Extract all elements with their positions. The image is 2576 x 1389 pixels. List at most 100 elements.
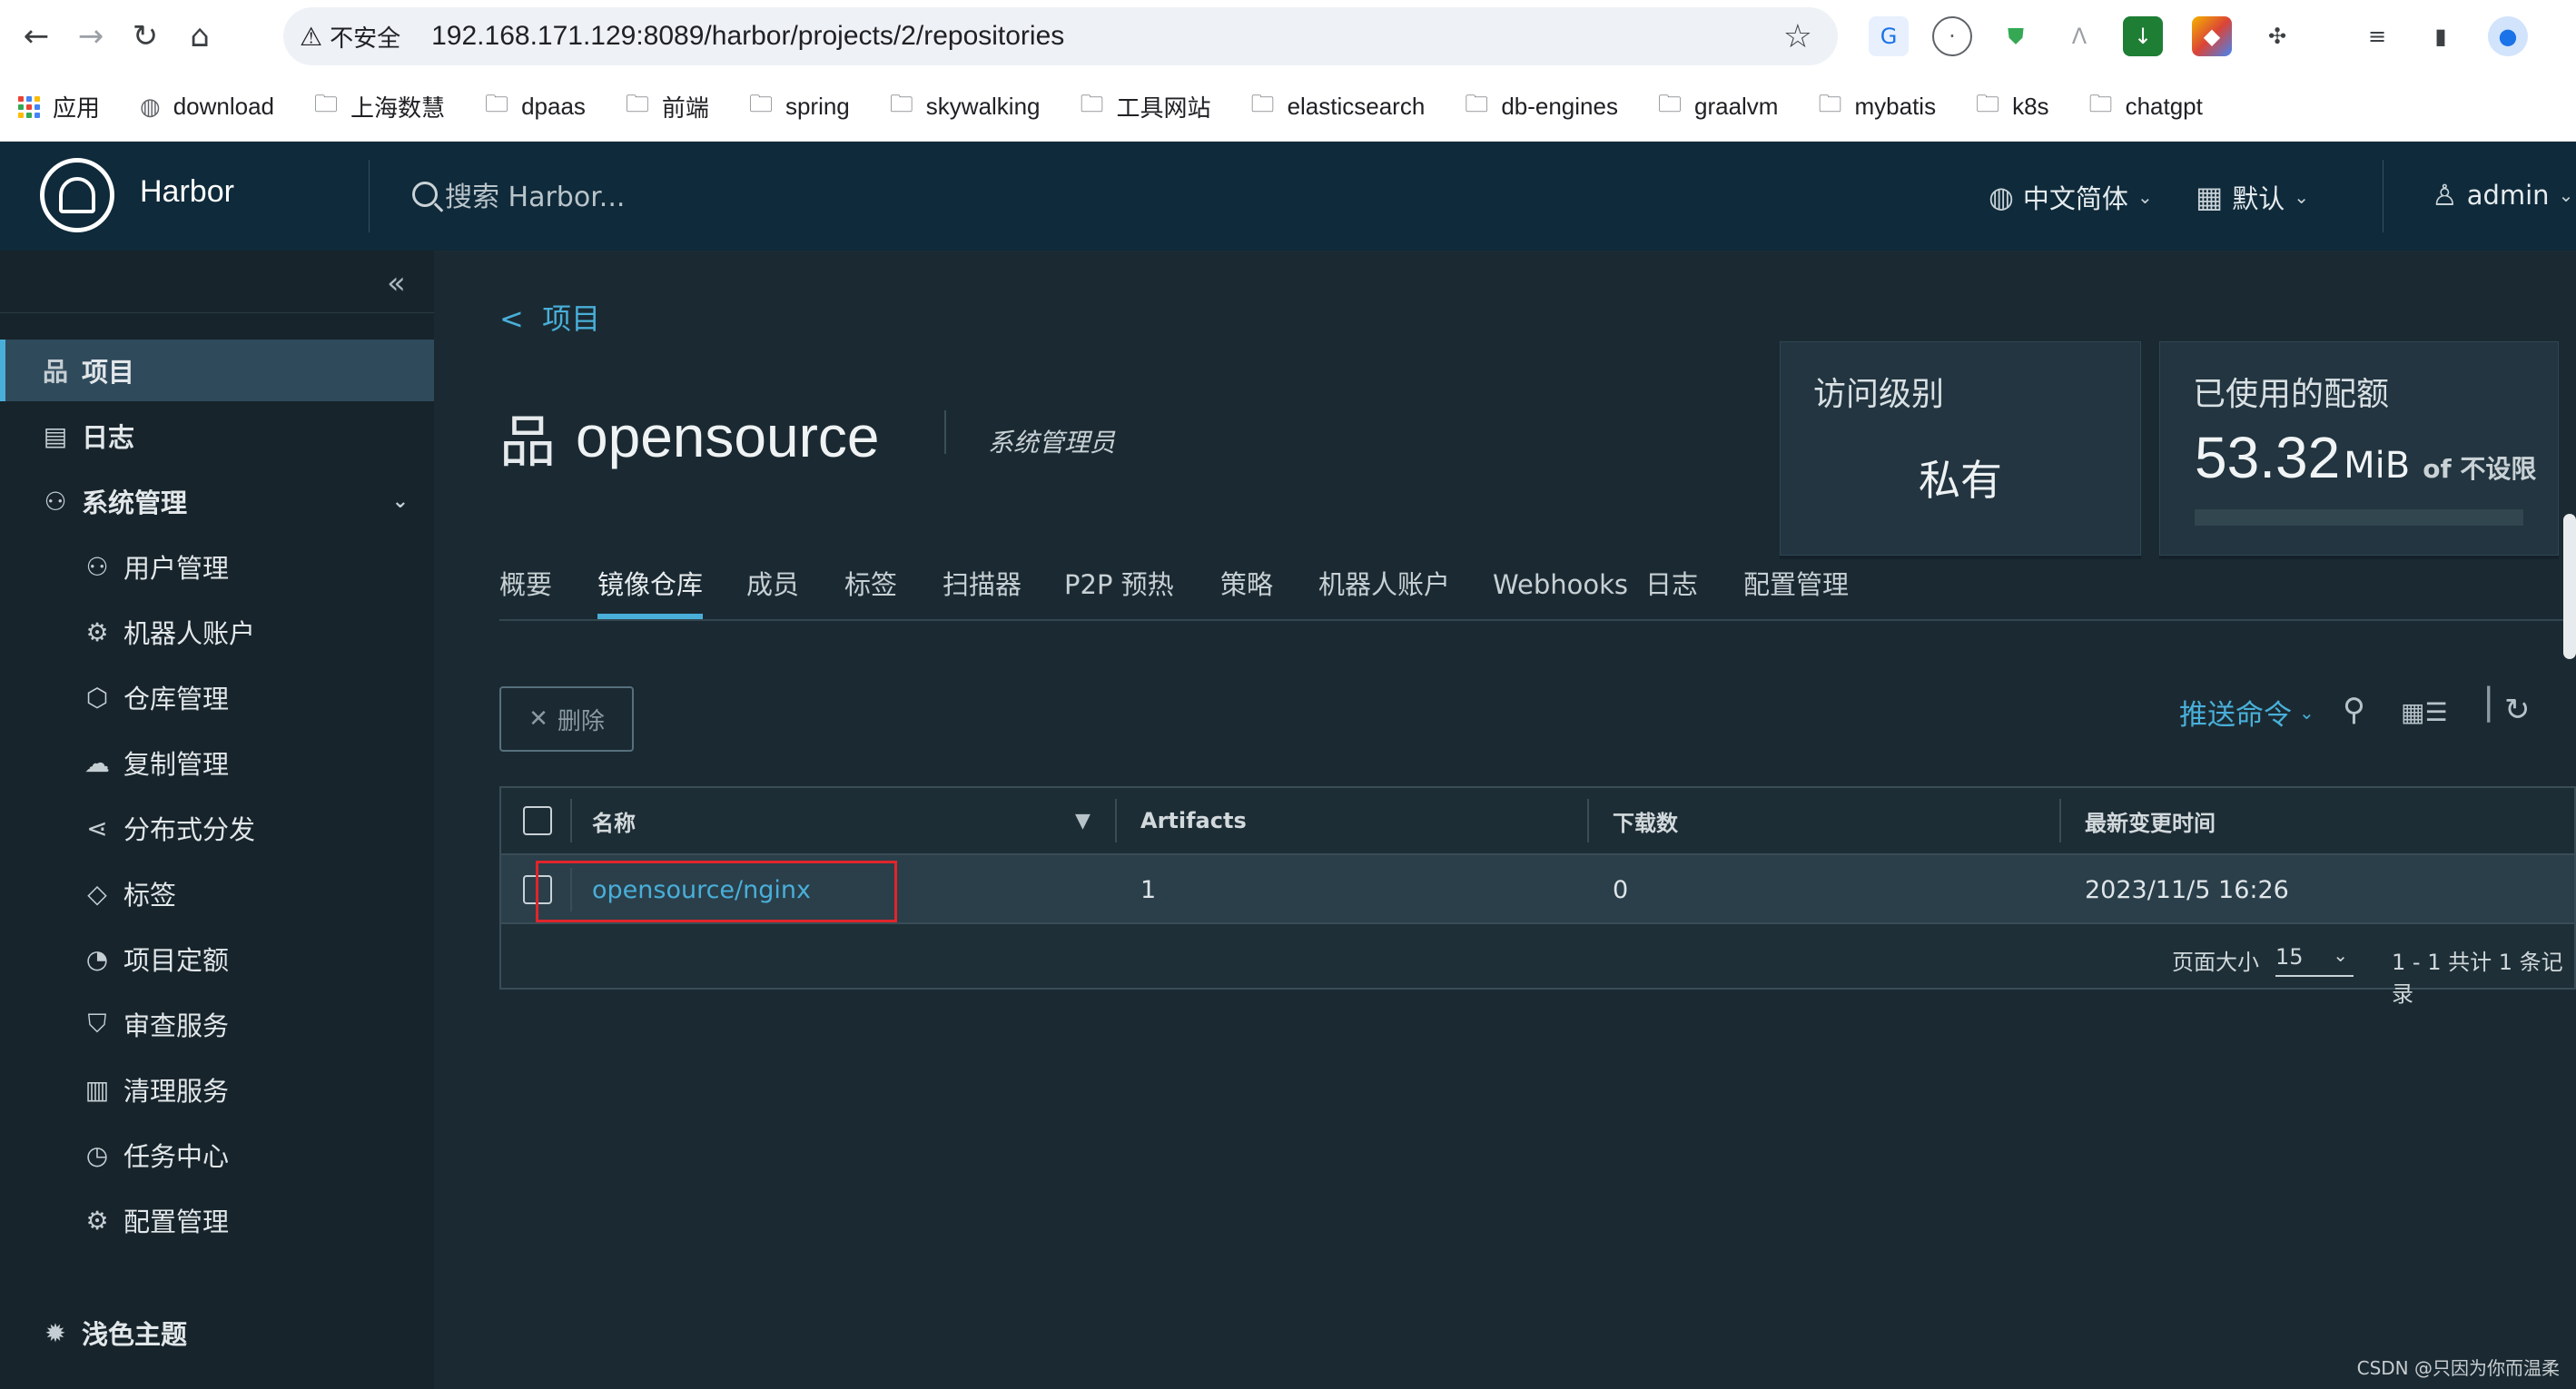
- harbor-logo[interactable]: [40, 158, 114, 232]
- bookmark-folder[interactable]: 🗀 skywalking: [890, 87, 1041, 127]
- sidebar-item-job-service[interactable]: ◷ 任务中心: [0, 1124, 434, 1186]
- bookmark-folder[interactable]: 🗀 k8s: [1976, 87, 2048, 127]
- sidebar-item-labels[interactable]: ◇ 标签: [0, 862, 434, 924]
- security-indicator[interactable]: ⚠ 不安全: [300, 20, 400, 54]
- sidebar-item-interrogation-services[interactable]: ⛉ 审查服务: [0, 993, 434, 1055]
- table-row[interactable]: opensource/nginx 1 0 2023/11/5 16:26: [501, 855, 2574, 924]
- puzzle-extensions-icon[interactable]: ✣: [2257, 16, 2297, 56]
- tab-repositories[interactable]: 镜像仓库: [597, 565, 704, 619]
- filter-icon[interactable]: ▼: [1075, 810, 1091, 832]
- push-command-dropdown[interactable]: 推送命令 ⌄: [2179, 692, 2314, 733]
- sidebar-item-project-quotas[interactable]: ◔ 项目定额: [0, 928, 434, 990]
- forward-icon[interactable]: →: [64, 9, 118, 64]
- sidebar-item-projects[interactable]: 品 项目: [0, 340, 434, 401]
- bookmark-download[interactable]: ◍ download: [140, 93, 274, 121]
- search-icon[interactable]: ⚲: [2343, 692, 2365, 728]
- bookmarks-bar: 应用 ◍ download 🗀 上海数慧 🗀 dpaas 🗀 前端 🗀 spring 🗀 s…: [0, 73, 2576, 142]
- sidebar-item-distributions[interactable]: ⋖ 分布式分发: [0, 797, 434, 859]
- sun-icon: ✹: [44, 1317, 66, 1348]
- bookmark-folder[interactable]: 🗀 elasticsearch: [1251, 87, 1426, 127]
- tab-policy[interactable]: 策略: [1220, 565, 1273, 619]
- sidebar-item-configuration[interactable]: ⚙ 配置管理: [0, 1189, 434, 1251]
- title-divider: [944, 410, 946, 454]
- card-list-view-icon[interactable]: ▦☰: [2401, 697, 2448, 727]
- sidebar-item-clean-up[interactable]: ▥ 清理服务: [0, 1059, 434, 1120]
- theme-toggle[interactable]: ✹ 浅色主题: [0, 1302, 434, 1364]
- bookmark-folder[interactable]: 🗀 前端: [626, 87, 709, 127]
- sidebar-item-administration[interactable]: ⚇ 系统管理 ⌄: [0, 470, 434, 532]
- dashboard-icon: ◔: [85, 943, 109, 974]
- chevron-down-icon: ⌄: [2333, 944, 2348, 966]
- download-extension-icon[interactable]: ↓: [2123, 16, 2163, 56]
- column-name[interactable]: 名称: [592, 788, 636, 853]
- tab-webhooks[interactable]: Webhooks: [1493, 565, 1628, 619]
- tab-logs[interactable]: 日志: [1645, 565, 1698, 619]
- sidebar-item-label: 项目: [82, 357, 135, 388]
- column-last-modified[interactable]: 最新变更时间: [2085, 788, 2216, 853]
- home-icon[interactable]: ⌂: [173, 9, 227, 64]
- date-format-dropdown[interactable]: ▦ 默认 ⌄: [2196, 178, 2309, 216]
- bookmark-folder[interactable]: 🗀 mybatis: [1818, 87, 1936, 127]
- sidebar-item-robot-accounts[interactable]: ⚙ 机器人账户: [0, 601, 434, 663]
- bookmark-star-icon[interactable]: ☆: [1783, 18, 1812, 55]
- tab-p2p-preheat[interactable]: P2P 预热: [1064, 565, 1174, 619]
- back-icon[interactable]: ←: [9, 9, 64, 64]
- main-content: < 项目 品 opensource 系统管理员 访问级别 私有 已使用的配额 5…: [434, 251, 2576, 1389]
- profile-avatar-icon[interactable]: ●: [2488, 16, 2528, 56]
- bookmark-folder[interactable]: 🗀 spring: [749, 87, 850, 127]
- tab-summary[interactable]: 概要: [499, 565, 552, 619]
- toolbar-divider: |: [2482, 681, 2495, 723]
- robot-icon: ⚙: [85, 616, 109, 647]
- page-scrollbar[interactable]: [2563, 514, 2576, 659]
- shield-extension-icon[interactable]: ⛊: [1996, 16, 2036, 56]
- language-dropdown[interactable]: ◍ 中文简体 ⌄: [1989, 178, 2153, 216]
- sidebar-item-registries[interactable]: ⬡ 仓库管理: [0, 666, 434, 728]
- address-bar[interactable]: ⚠ 不安全 192.168.171.129:8089/harbor/projec…: [283, 7, 1838, 65]
- side-panel-icon[interactable]: ▮: [2421, 16, 2461, 56]
- sidebar-item-replications[interactable]: ☁ 复制管理: [0, 732, 434, 793]
- extension-icon[interactable]: Λ: [2059, 16, 2099, 56]
- calendar-icon: ▦: [2196, 180, 2224, 214]
- tab-labels[interactable]: 标签: [844, 565, 897, 619]
- user-menu[interactable]: ♙ admin ⌄: [2432, 178, 2573, 212]
- cloud-icon: ☁: [84, 747, 110, 778]
- page-size-select[interactable]: 15 ⌄: [2275, 944, 2354, 977]
- gauge-icon: ◷: [85, 1139, 109, 1170]
- page-size-label: 页面大小: [2172, 950, 2259, 975]
- brand-name[interactable]: Harbor: [140, 174, 234, 210]
- gear-icon: ⚙: [85, 1205, 109, 1236]
- global-search[interactable]: 搜索 Harbor...: [412, 174, 625, 214]
- bookmark-folder[interactable]: 🗀 dpaas: [485, 87, 586, 127]
- tab-members[interactable]: 成员: [746, 565, 799, 619]
- collapse-sidebar-icon[interactable]: «: [387, 265, 406, 301]
- delete-button[interactable]: ✕ 删除: [499, 686, 634, 752]
- extension-icon[interactable]: ·: [1932, 16, 1972, 56]
- sidebar-item-users[interactable]: ⚇ 用户管理: [0, 536, 434, 597]
- column-artifacts[interactable]: Artifacts: [1140, 788, 1247, 853]
- chevron-down-icon: ⌄: [2299, 701, 2314, 724]
- quota-value: 53.32 MiB of 不设限: [2195, 424, 2536, 491]
- shield-icon: ⛉: [87, 1009, 107, 1039]
- url-text[interactable]: 192.168.171.129:8089/harbor/projects/2/r…: [431, 21, 1064, 52]
- tab-robot-accounts[interactable]: 机器人账户: [1318, 565, 1450, 619]
- bookmark-folder[interactable]: 🗀 上海数慧: [314, 87, 445, 127]
- tab-configuration[interactable]: 配置管理: [1743, 565, 1849, 619]
- translate-extension-icon[interactable]: G: [1869, 16, 1909, 56]
- bookmark-folder[interactable]: 🗀 工具网站: [1081, 87, 1211, 127]
- tab-scanner[interactable]: 扫描器: [943, 565, 1022, 619]
- bookmark-folder[interactable]: 🗀 graalvm: [1658, 87, 1779, 127]
- push-command-label: 推送命令: [2179, 699, 2292, 732]
- bookmark-apps[interactable]: 应用: [18, 90, 100, 123]
- refresh-icon[interactable]: ↻: [2504, 692, 2531, 728]
- folder-icon: 🗀: [1465, 89, 1489, 117]
- select-all-checkbox[interactable]: [523, 806, 552, 835]
- back-to-projects-link[interactable]: < 项目: [499, 296, 600, 338]
- bookmark-folder[interactable]: 🗀 chatgpt: [2089, 87, 2203, 127]
- column-divider: [1587, 799, 1589, 842]
- reload-icon[interactable]: ↻: [118, 9, 173, 64]
- reading-list-icon[interactable]: ≡: [2357, 16, 2397, 56]
- column-pulls[interactable]: 下载数: [1613, 788, 1678, 853]
- bookmark-folder[interactable]: 🗀 db-engines: [1465, 87, 1618, 127]
- sidebar-item-logs[interactable]: ▤ 日志: [0, 405, 434, 467]
- color-extension-icon[interactable]: ◆: [2192, 16, 2232, 56]
